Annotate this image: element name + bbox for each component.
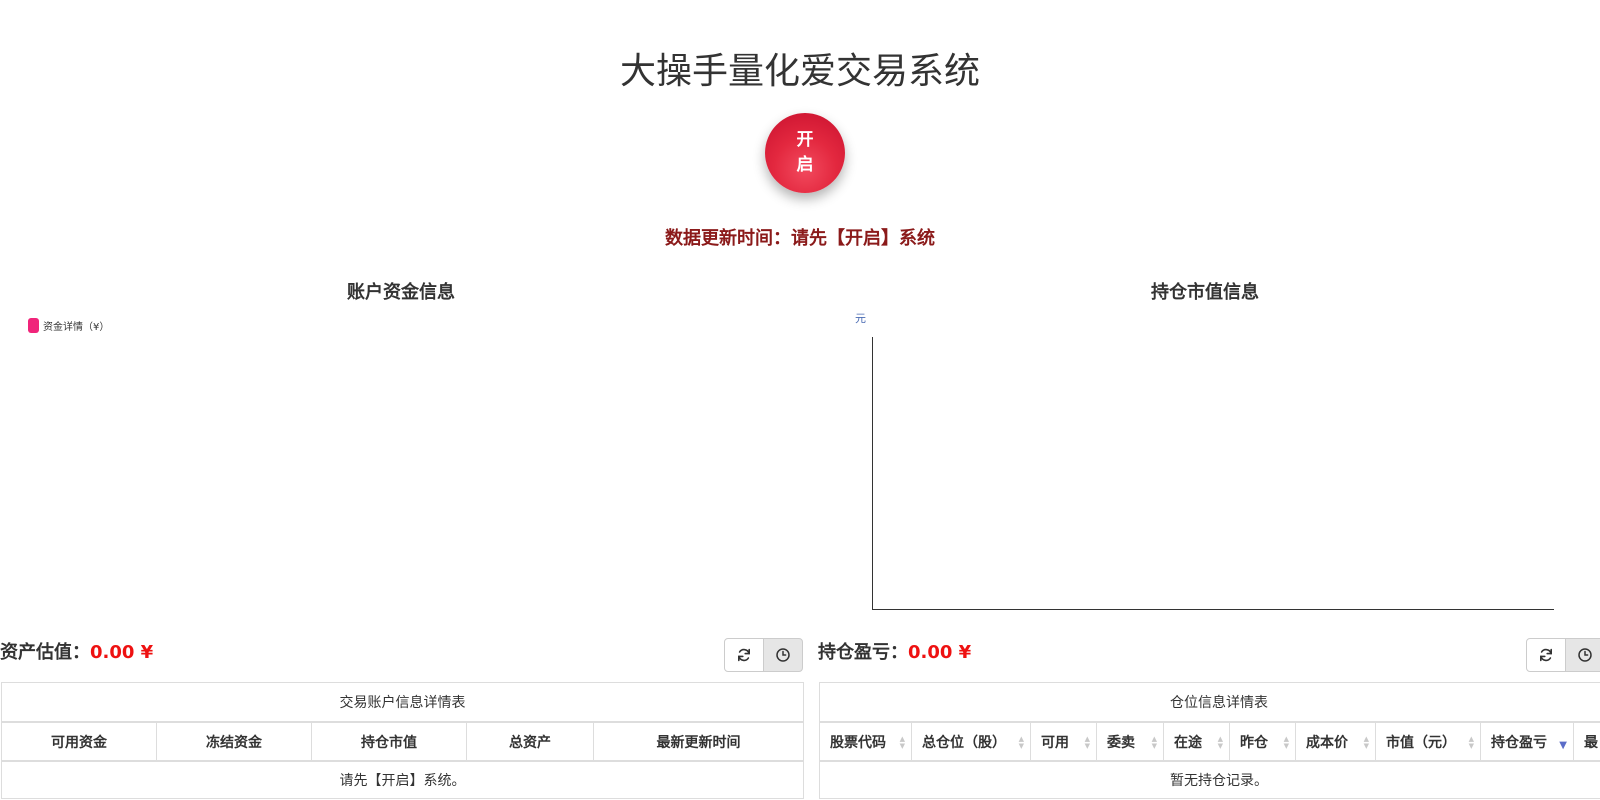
column-label: 最 (1584, 734, 1598, 751)
sort-icon: ▲ ▼ (1084, 735, 1090, 750)
asset-valuation-value: 0.00 ¥ (90, 642, 154, 663)
start-system-button[interactable]: 开 启 (765, 113, 845, 193)
start-button-label-2: 启 (796, 155, 814, 175)
position-value-title: 持仓市值信息 (1151, 282, 1259, 303)
data-update-time: 数据更新时间：请先【开启】系统 (665, 228, 935, 249)
clock-icon (776, 648, 790, 662)
sort-icon: ▲ ▼ (1217, 735, 1223, 750)
column-label: 股票代码 (830, 734, 886, 751)
column-header[interactable]: 最新更新时间 (594, 723, 803, 760)
refresh-icon (1540, 648, 1552, 662)
sort-icon: ▲ ▼ (1018, 735, 1024, 750)
column-header[interactable]: 持仓盈亏 ▼ (1481, 723, 1574, 760)
column-label: 市值（元） (1386, 734, 1456, 751)
start-button-label-1: 开 (796, 130, 814, 150)
empty-table-message: 请先【开启】系统。 (339, 773, 466, 789)
sort-icon: ▲ ▼ (899, 735, 905, 750)
asset-valuation: 资产估值：0.00 ¥ (0, 638, 153, 664)
column-header[interactable]: 委卖 ▲ ▼ (1097, 723, 1164, 760)
column-header[interactable]: 股票代码 ▲ ▼ (820, 723, 912, 760)
empty-table-message: 暂无持仓记录。 (1170, 773, 1268, 789)
refresh-position-button[interactable] (1526, 638, 1566, 672)
chart-y-axis (872, 337, 873, 610)
column-header[interactable]: 成本价 ▲ ▼ (1296, 723, 1376, 760)
account-toolbar (724, 638, 803, 672)
refresh-icon (738, 648, 750, 662)
table-header-row: 股票代码 ▲ ▼ 总仓位（股） ▲ ▼ 可用 ▲ ▼ 委卖 ▲ ▼ 在途 ▲ ▼ 昨仓 ▲… (820, 723, 1600, 762)
column-header[interactable]: 持仓市值 (312, 723, 467, 760)
column-label: 委卖 (1107, 734, 1135, 751)
table-caption: 交易账户信息详情表 (2, 683, 803, 723)
column-label: 昨仓 (1240, 734, 1268, 751)
chart-unit-label: 元 (855, 312, 866, 325)
auto-refresh-position-button[interactable] (1565, 638, 1600, 672)
column-label: 可用 (1041, 734, 1069, 751)
refresh-account-button[interactable] (724, 638, 764, 672)
position-pnl-label: 持仓盈亏： (818, 642, 908, 663)
column-label: 总仓位（股） (922, 734, 1006, 751)
column-header[interactable]: 昨仓 ▲ ▼ (1230, 723, 1296, 760)
table-caption: 仓位信息详情表 (820, 683, 1600, 723)
column-header[interactable]: 总仓位（股） ▲ ▼ (912, 723, 1031, 760)
column-header[interactable]: 总资产 (467, 723, 594, 760)
column-header[interactable]: 在途 ▲ ▼ (1164, 723, 1230, 760)
column-header[interactable]: 冻结资金 (157, 723, 312, 760)
legend-label: 资金详情（¥） (43, 322, 110, 333)
account-info-table: 交易账户信息详情表 可用资金 冻结资金 持仓市值 总资产 最新更新时间 请先【开… (1, 682, 804, 799)
sort-desc-icon: ▼ (1559, 740, 1567, 751)
position-info-table: 仓位信息详情表 股票代码 ▲ ▼ 总仓位（股） ▲ ▼ 可用 ▲ ▼ 委卖 ▲ ▼ 在途… (819, 682, 1600, 799)
page-title: 大操手量化爱交易系统 (619, 51, 980, 92)
sort-icon: ▲ ▼ (1151, 735, 1157, 750)
column-header[interactable]: 可用 ▲ ▼ (1031, 723, 1097, 760)
column-header[interactable]: 最 (1574, 723, 1600, 760)
table-header-row: 可用资金 冻结资金 持仓市值 总资产 最新更新时间 (2, 723, 803, 762)
sort-icon: ▲ ▼ (1283, 735, 1289, 750)
sort-icon: ▲ ▼ (1468, 735, 1474, 750)
auto-refresh-account-button[interactable] (763, 638, 803, 672)
column-header[interactable]: 可用资金 (2, 723, 157, 760)
chart-x-axis (872, 609, 1554, 610)
column-label: 持仓盈亏 (1491, 734, 1547, 751)
position-pnl-value: 0.00 ¥ (908, 642, 972, 663)
position-pnl: 持仓盈亏：0.00 ¥ (818, 638, 971, 664)
position-toolbar (1526, 638, 1600, 672)
sort-icon: ▲ ▼ (1363, 735, 1369, 750)
clock-icon (1578, 648, 1592, 662)
funds-chart-legend[interactable]: 资金详情（¥） (28, 318, 109, 333)
column-label: 在途 (1174, 734, 1202, 751)
column-header[interactable]: 市值（元） ▲ ▼ (1376, 723, 1481, 760)
legend-swatch (28, 318, 39, 333)
column-label: 成本价 (1306, 734, 1348, 751)
asset-valuation-label: 资产估值： (0, 642, 90, 663)
account-funds-title: 账户资金信息 (347, 282, 455, 303)
